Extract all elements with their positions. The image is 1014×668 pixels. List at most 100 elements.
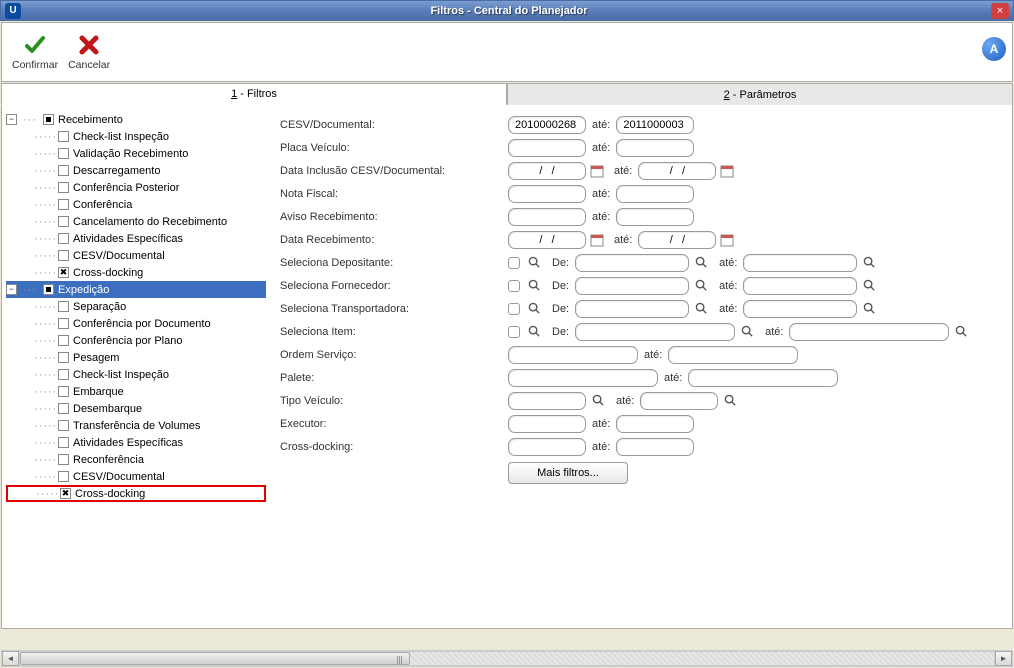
sel-dep-to-input[interactable] [743,254,857,272]
tree-leaf[interactable]: ·····Separação [6,298,266,315]
data-incl-to-input[interactable] [638,162,716,180]
tree-leaf[interactable]: ·····CESV/Documental [6,468,266,485]
tree-leaf[interactable]: ·····Cancelamento do Recebimento [6,213,266,230]
calendar-icon[interactable] [719,163,735,179]
checkbox[interactable] [58,454,69,465]
tab-parametros[interactable]: 2 - Parâmetros [507,83,1013,105]
calendar-icon[interactable] [589,232,605,248]
info-icon[interactable]: A [982,37,1006,61]
checkbox[interactable] [58,301,69,312]
data-rec-to-input[interactable] [638,231,716,249]
search-icon[interactable] [693,255,709,271]
checkbox-half[interactable] [43,284,54,295]
checkbox[interactable] [58,318,69,329]
checkbox[interactable] [58,199,69,210]
ordem-to-input[interactable] [668,346,798,364]
checkbox[interactable] [58,471,69,482]
exec-from-input[interactable] [508,415,586,433]
tree-leaf[interactable]: ·····Pesagem [6,349,266,366]
checkbox[interactable] [58,386,69,397]
search-icon[interactable] [526,324,542,340]
tree-leaf[interactable]: ·····Conferência por Documento [6,315,266,332]
tree-leaf[interactable]: ·····Desembarque [6,400,266,417]
sel-tra-to-input[interactable] [743,300,857,318]
tree-leaf[interactable]: ·····CESV/Documental [6,247,266,264]
tree-leaf[interactable]: ·····Check-list Inspeção [6,128,266,145]
search-icon[interactable] [953,324,969,340]
checkbox[interactable] [58,369,69,380]
sel-for-from-input[interactable] [575,277,689,295]
search-icon[interactable] [861,301,877,317]
sel-for-to-input[interactable] [743,277,857,295]
tree-leaf[interactable]: ·····Conferência Posterior [6,179,266,196]
tree-leaf[interactable]: ·····Descarregamento [6,162,266,179]
checkbox[interactable] [58,403,69,414]
checkbox[interactable] [58,182,69,193]
tree-node-recebimento[interactable]: − ··· Recebimento [6,111,266,128]
cross-to-input[interactable] [616,438,694,456]
ordem-from-input[interactable] [508,346,638,364]
cesv-from-input[interactable] [508,116,586,134]
calendar-icon[interactable] [589,163,605,179]
tree-leaf[interactable]: ·····Atividades Específicas [6,230,266,247]
placa-to-input[interactable] [616,139,694,157]
sel-tra-from-input[interactable] [575,300,689,318]
tree-leaf[interactable]: ·····Check-list Inspeção [6,366,266,383]
cross-from-input[interactable] [508,438,586,456]
data-rec-from-input[interactable] [508,231,586,249]
search-icon[interactable] [739,324,755,340]
nf-to-input[interactable] [616,185,694,203]
tree-leaf[interactable]: ·····Embarque [6,383,266,400]
search-icon[interactable] [590,393,606,409]
checkbox[interactable] [58,437,69,448]
search-icon[interactable] [861,278,877,294]
aviso-to-input[interactable] [616,208,694,226]
checkbox[interactable] [58,420,69,431]
sel-item-to-input[interactable] [789,323,949,341]
search-icon[interactable] [693,278,709,294]
scroll-thumb[interactable] [20,652,410,665]
sel-item-checkbox[interactable] [508,326,520,338]
sel-item-from-input[interactable] [575,323,735,341]
collapse-icon[interactable]: − [6,114,17,125]
aviso-from-input[interactable] [508,208,586,226]
tree-leaf[interactable]: ·····✖Cross-docking [6,485,266,502]
checkbox[interactable] [58,216,69,227]
tree-node-expedicao[interactable]: − ··· Expedição [6,281,266,298]
collapse-icon[interactable]: − [6,284,17,295]
calendar-icon[interactable] [719,232,735,248]
checkbox-half[interactable] [43,114,54,125]
tree-leaf[interactable]: ·····Conferência [6,196,266,213]
tab-filtros[interactable]: 1 - Filtros [1,83,507,105]
sel-for-checkbox[interactable] [508,280,520,292]
tree-leaf[interactable]: ·····Conferência por Plano [6,332,266,349]
search-icon[interactable] [722,393,738,409]
tree-leaf[interactable]: ·····Transferência de Volumes [6,417,266,434]
close-icon[interactable]: × [991,3,1009,19]
sel-dep-checkbox[interactable] [508,257,520,269]
tipo-from-input[interactable] [508,392,586,410]
search-icon[interactable] [526,278,542,294]
checkbox[interactable] [58,131,69,142]
tree-leaf[interactable]: ·····Atividades Específicas [6,434,266,451]
sel-tra-checkbox[interactable] [508,303,520,315]
sel-dep-from-input[interactable] [575,254,689,272]
cancel-button[interactable]: Cancelar [66,31,112,73]
data-incl-from-input[interactable] [508,162,586,180]
tipo-to-input[interactable] [640,392,718,410]
checkbox[interactable]: ✖ [60,488,71,499]
checkbox[interactable] [58,352,69,363]
tree-leaf[interactable]: ·····Validação Recebimento [6,145,266,162]
horizontal-scrollbar[interactable]: ◄ ► [1,650,1013,667]
confirm-button[interactable]: Confirmar [10,31,60,73]
search-icon[interactable] [526,255,542,271]
more-filters-button[interactable]: Mais filtros... [508,462,628,484]
checkbox[interactable] [58,335,69,346]
placa-from-input[interactable] [508,139,586,157]
search-icon[interactable] [861,255,877,271]
scroll-left-icon[interactable]: ◄ [2,651,19,666]
search-icon[interactable] [693,301,709,317]
checkbox[interactable] [58,250,69,261]
tree-leaf[interactable]: ·····✖Cross-docking [6,264,266,281]
exec-to-input[interactable] [616,415,694,433]
